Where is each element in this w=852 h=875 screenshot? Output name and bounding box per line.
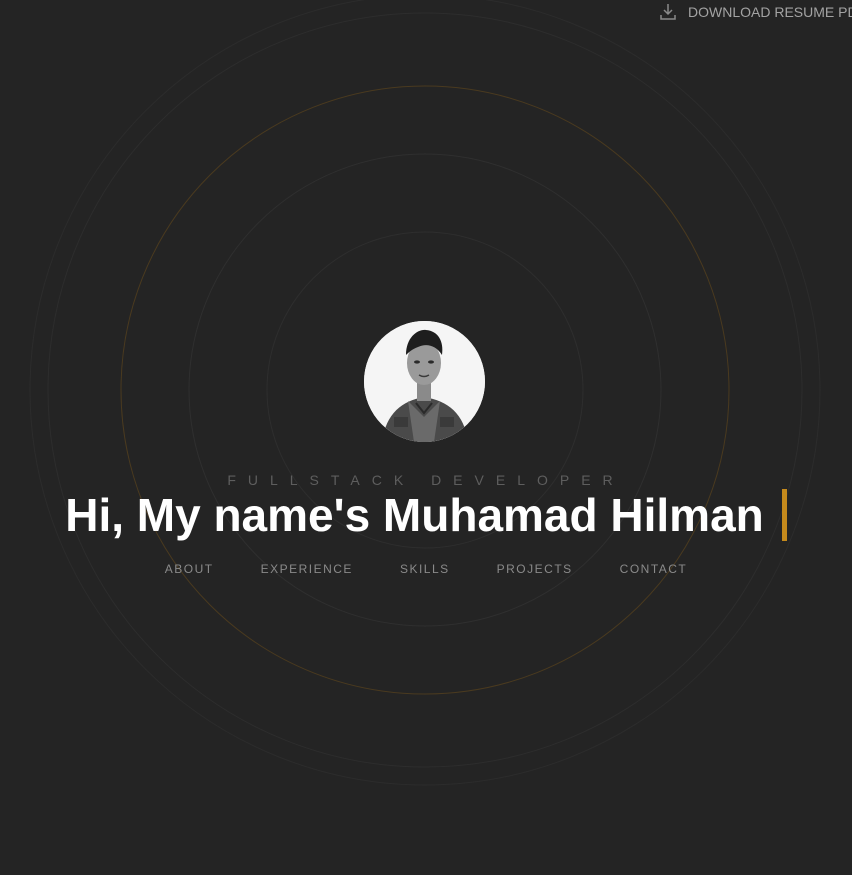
- profile-photo: [364, 321, 485, 442]
- nav-link-contact[interactable]: CONTACT: [620, 562, 688, 576]
- nav-link-projects[interactable]: PROJECTS: [497, 562, 573, 576]
- typing-cursor: [781, 488, 787, 541]
- role-subtitle: FULLSTACK DEVELOPER: [227, 472, 625, 488]
- nav-link-about[interactable]: ABOUT: [165, 562, 214, 576]
- nav-link-experience[interactable]: EXPERIENCE: [261, 562, 353, 576]
- hero-page: DOWNLOAD RESUME PDF FULLSTACK DEVELOPER …: [0, 0, 852, 875]
- download-icon: [660, 4, 676, 20]
- download-resume-button[interactable]: DOWNLOAD RESUME PDF: [658, 2, 852, 22]
- main-nav: ABOUT EXPERIENCE SKILLS PROJECTS CONTACT: [0, 562, 852, 576]
- hero-headline: Hi, My name's Muhamad Hilman: [0, 488, 852, 545]
- nav-link-skills[interactable]: SKILLS: [400, 562, 450, 576]
- avatar: [364, 321, 485, 442]
- download-resume-label: DOWNLOAD RESUME PDF: [688, 4, 852, 20]
- greeting-text: Hi, My name's Muhamad Hilman: [65, 489, 764, 541]
